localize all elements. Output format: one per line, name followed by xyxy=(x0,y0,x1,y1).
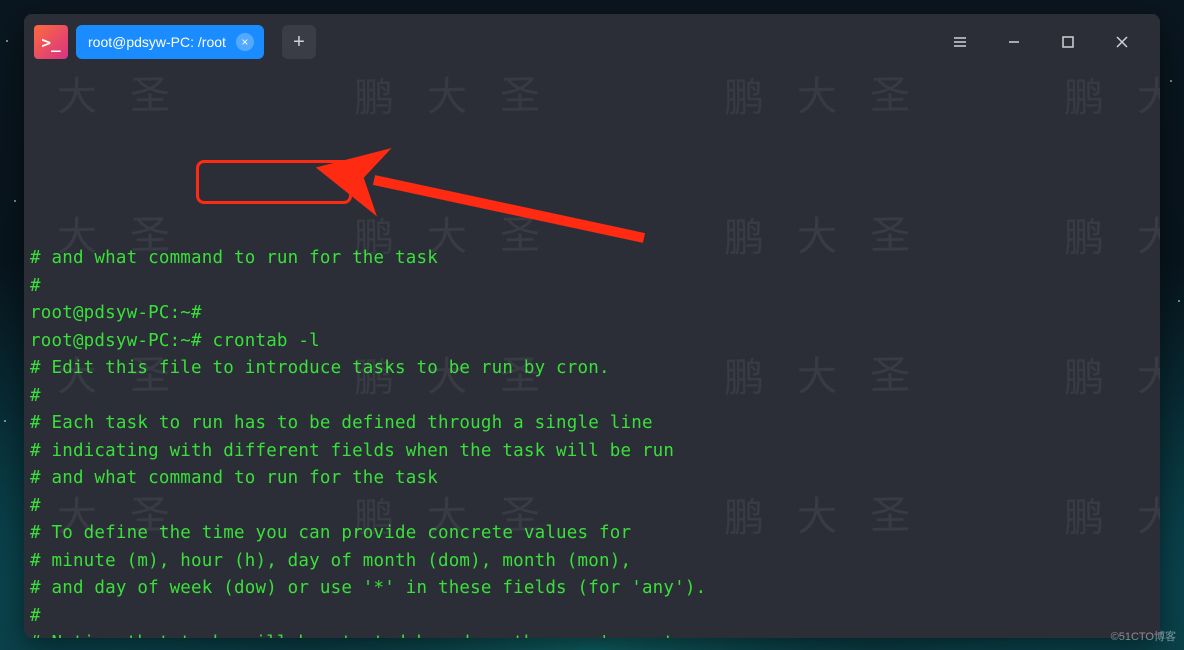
terminal-line: # xyxy=(30,603,1154,631)
terminal-line: # Notice that tasks will be started base… xyxy=(30,630,1154,638)
terminal-line: # Each task to run has to be defined thr… xyxy=(30,410,1154,438)
terminal-line: # To define the time you can provide con… xyxy=(30,520,1154,548)
desktop-wallpaper: >_ root@pdsyw-PC: /root × + xyxy=(0,0,1184,650)
tab-title: root@pdsyw-PC: /root xyxy=(88,34,226,50)
terminal-line: # minute (m), hour (h), day of month (do… xyxy=(30,548,1154,576)
terminal-line: # xyxy=(30,383,1154,411)
close-icon[interactable] xyxy=(1100,25,1144,59)
maximize-icon[interactable] xyxy=(1046,25,1090,59)
corner-credit: ©51CTO博客 xyxy=(1111,628,1176,644)
new-tab-button[interactable]: + xyxy=(282,25,316,59)
terminal-line: # and what command to run for the task xyxy=(30,465,1154,493)
window-controls xyxy=(938,25,1144,59)
terminal-app-icon: >_ xyxy=(34,25,68,59)
terminal-line: # xyxy=(30,493,1154,521)
minimize-icon[interactable] xyxy=(992,25,1036,59)
terminal-output[interactable]: 鹏 大 圣鹏 大 圣鹏 大 圣鹏 大 圣鹏 大 圣鹏 大 圣鹏 大 圣鹏 大 圣… xyxy=(24,70,1160,638)
annotation-highlight-box xyxy=(196,160,352,204)
titlebar: >_ root@pdsyw-PC: /root × + xyxy=(24,14,1160,70)
terminal-line: # indicating with different fields when … xyxy=(30,438,1154,466)
terminal-line: # and day of week (dow) or use '*' in th… xyxy=(30,575,1154,603)
terminal-line: # and what command to run for the task xyxy=(30,245,1154,273)
tab-close-icon[interactable]: × xyxy=(236,33,254,51)
terminal-line: # xyxy=(30,273,1154,301)
terminal-line: root@pdsyw-PC:~# xyxy=(30,300,1154,328)
terminal-line: root@pdsyw-PC:~# crontab -l xyxy=(30,328,1154,356)
tab-active[interactable]: root@pdsyw-PC: /root × xyxy=(76,25,264,59)
terminal-line: # Edit this file to introduce tasks to b… xyxy=(30,355,1154,383)
terminal-window: >_ root@pdsyw-PC: /root × + xyxy=(24,14,1160,638)
hamburger-menu-icon[interactable] xyxy=(938,25,982,59)
